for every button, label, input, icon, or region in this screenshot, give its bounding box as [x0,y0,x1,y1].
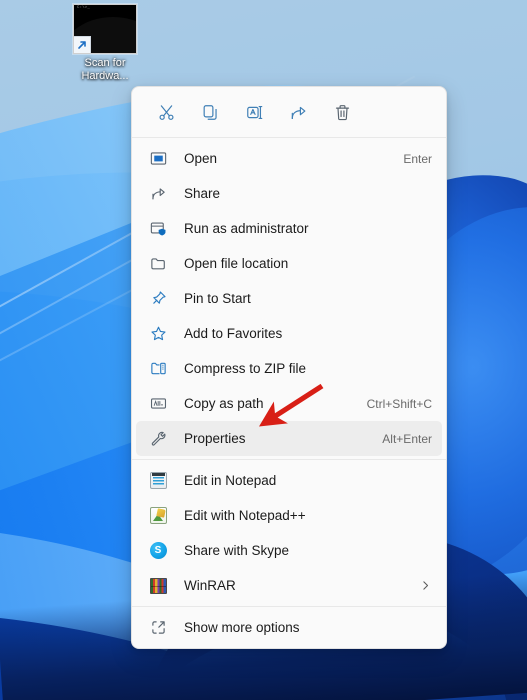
context-menu-group-primary[interactable]: Open Enter Share Run as administrator Op… [132,138,446,459]
menu-item-label: Open [184,151,218,166]
menu-item-label: Pin to Start [184,291,251,306]
menu-item-accelerator: Ctrl+Shift+C [366,396,432,411]
menu-item-label: Share [184,186,221,201]
menu-item-edit-in-notepad[interactable]: Edit in Notepad [136,463,442,498]
menu-item-accelerator: Enter [403,151,432,166]
skype-icon: S [148,541,168,561]
menu-item-copy-as-path[interactable]: Copy as path Ctrl+Shift+C [136,386,442,421]
menu-item-show-more-options[interactable]: Show more options [136,610,442,645]
menu-item-label: Share with Skype [184,543,290,558]
context-menu-group-apps[interactable]: Edit in Notepad Edit with Notepad++ S Sh… [132,460,446,606]
menu-item-run-as-administrator[interactable]: Run as administrator [136,211,442,246]
notepadpp-icon [148,506,168,526]
open-window-icon [148,149,168,169]
winrar-icon [148,576,168,596]
menu-item-label: Edit in Notepad [184,473,277,488]
menu-item-label: Open file location [184,256,289,271]
rename-button[interactable] [232,94,276,130]
context-menu[interactable]: Open Enter Share Run as administrator Op… [131,86,447,649]
menu-item-label: Edit with Notepad++ [184,508,306,523]
star-icon [148,324,168,344]
cut-button[interactable] [144,94,188,130]
share-icon [148,184,168,204]
menu-item-open-file-location[interactable]: Open file location [136,246,442,281]
copy-button[interactable] [188,94,232,130]
delete-button[interactable] [320,94,364,130]
menu-item-accelerator: Alt+Enter [382,431,432,446]
menu-item-label: Show more options [184,620,300,635]
menu-item-label: Copy as path [184,396,264,411]
menu-item-pin-to-start[interactable]: Pin to Start [136,281,442,316]
share-button[interactable] [276,94,320,130]
menu-item-properties[interactable]: Properties Alt+Enter [136,421,442,456]
desktop-shortcut-label: Scan for Hardwa... [81,57,129,82]
wrench-icon [148,429,168,449]
zip-icon [148,359,168,379]
command-prompt-thumbnail: C:\>_ [73,4,137,54]
thumbnail-text: C:\>_ [77,6,91,10]
context-menu-toolbar[interactable] [132,87,446,137]
pin-icon [148,289,168,309]
menu-item-label: Compress to ZIP file [184,361,307,376]
shortcut-arrow-icon [74,36,91,53]
menu-item-label: Properties [184,431,246,446]
chevron-right-icon [419,579,432,592]
copy-path-icon [148,394,168,414]
context-menu-group-more[interactable]: Show more options [132,607,446,648]
folder-icon [148,254,168,274]
shield-window-icon [148,219,168,239]
menu-item-compress-to-zip[interactable]: Compress to ZIP file [136,351,442,386]
menu-item-winrar[interactable]: WinRAR [136,568,442,603]
menu-item-label: Add to Favorites [184,326,283,341]
desktop[interactable]: C:\>_ Scan for Hardwa... Open Enter Shar… [0,0,527,700]
desktop-shortcut-scan-for-hardware[interactable]: C:\>_ Scan for Hardwa... [62,4,148,83]
menu-item-label: WinRAR [184,578,236,593]
menu-item-open[interactable]: Open Enter [136,141,442,176]
menu-item-share[interactable]: Share [136,176,442,211]
menu-item-add-to-favorites[interactable]: Add to Favorites [136,316,442,351]
notepad-icon [148,471,168,491]
menu-item-share-with-skype[interactable]: S Share with Skype [136,533,442,568]
menu-item-label: Run as administrator [184,221,309,236]
menu-item-edit-with-notepadpp[interactable]: Edit with Notepad++ [136,498,442,533]
more-options-icon [148,618,168,638]
